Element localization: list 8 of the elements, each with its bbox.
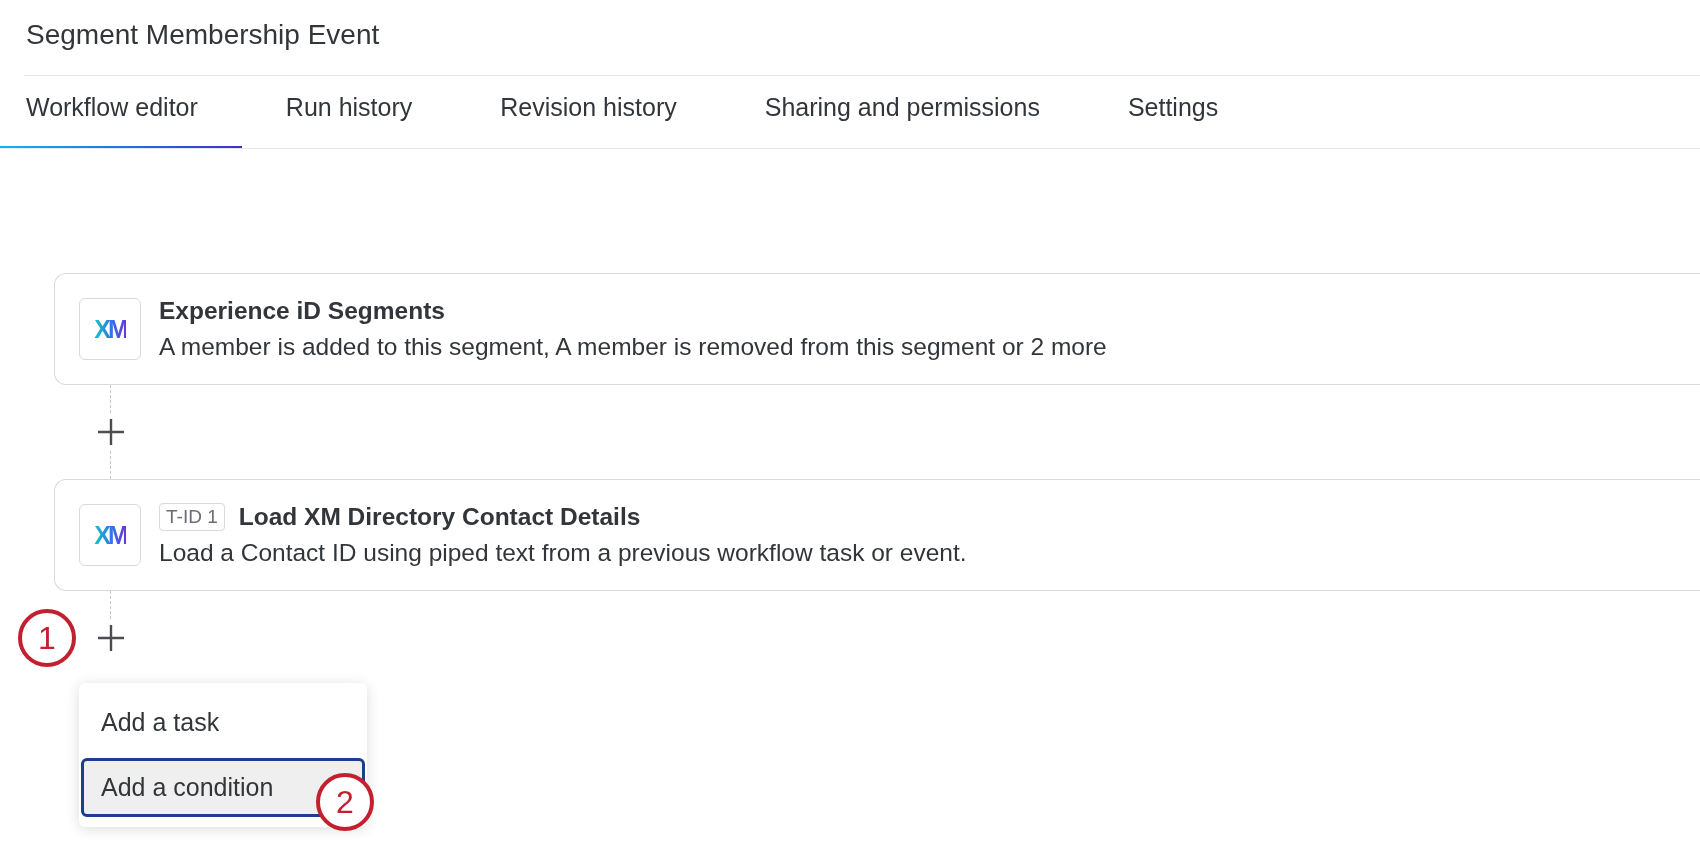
task-description: A member is added to this segment, A member is removed from this segment or 2 more: [159, 333, 1107, 361]
step-number-overlay: 1: [18, 609, 76, 667]
step-number-overlay: 2: [316, 773, 374, 831]
task-id-badge: T-ID 1: [159, 503, 225, 531]
task-description: Load a Contact ID using piped text from a previous workflow task or event.: [159, 539, 967, 567]
task-title: Experience iD Segments: [159, 297, 445, 325]
page-title: Segment Membership Event: [26, 18, 380, 51]
task-title: Load XM Directory Contact Details: [238, 503, 641, 531]
